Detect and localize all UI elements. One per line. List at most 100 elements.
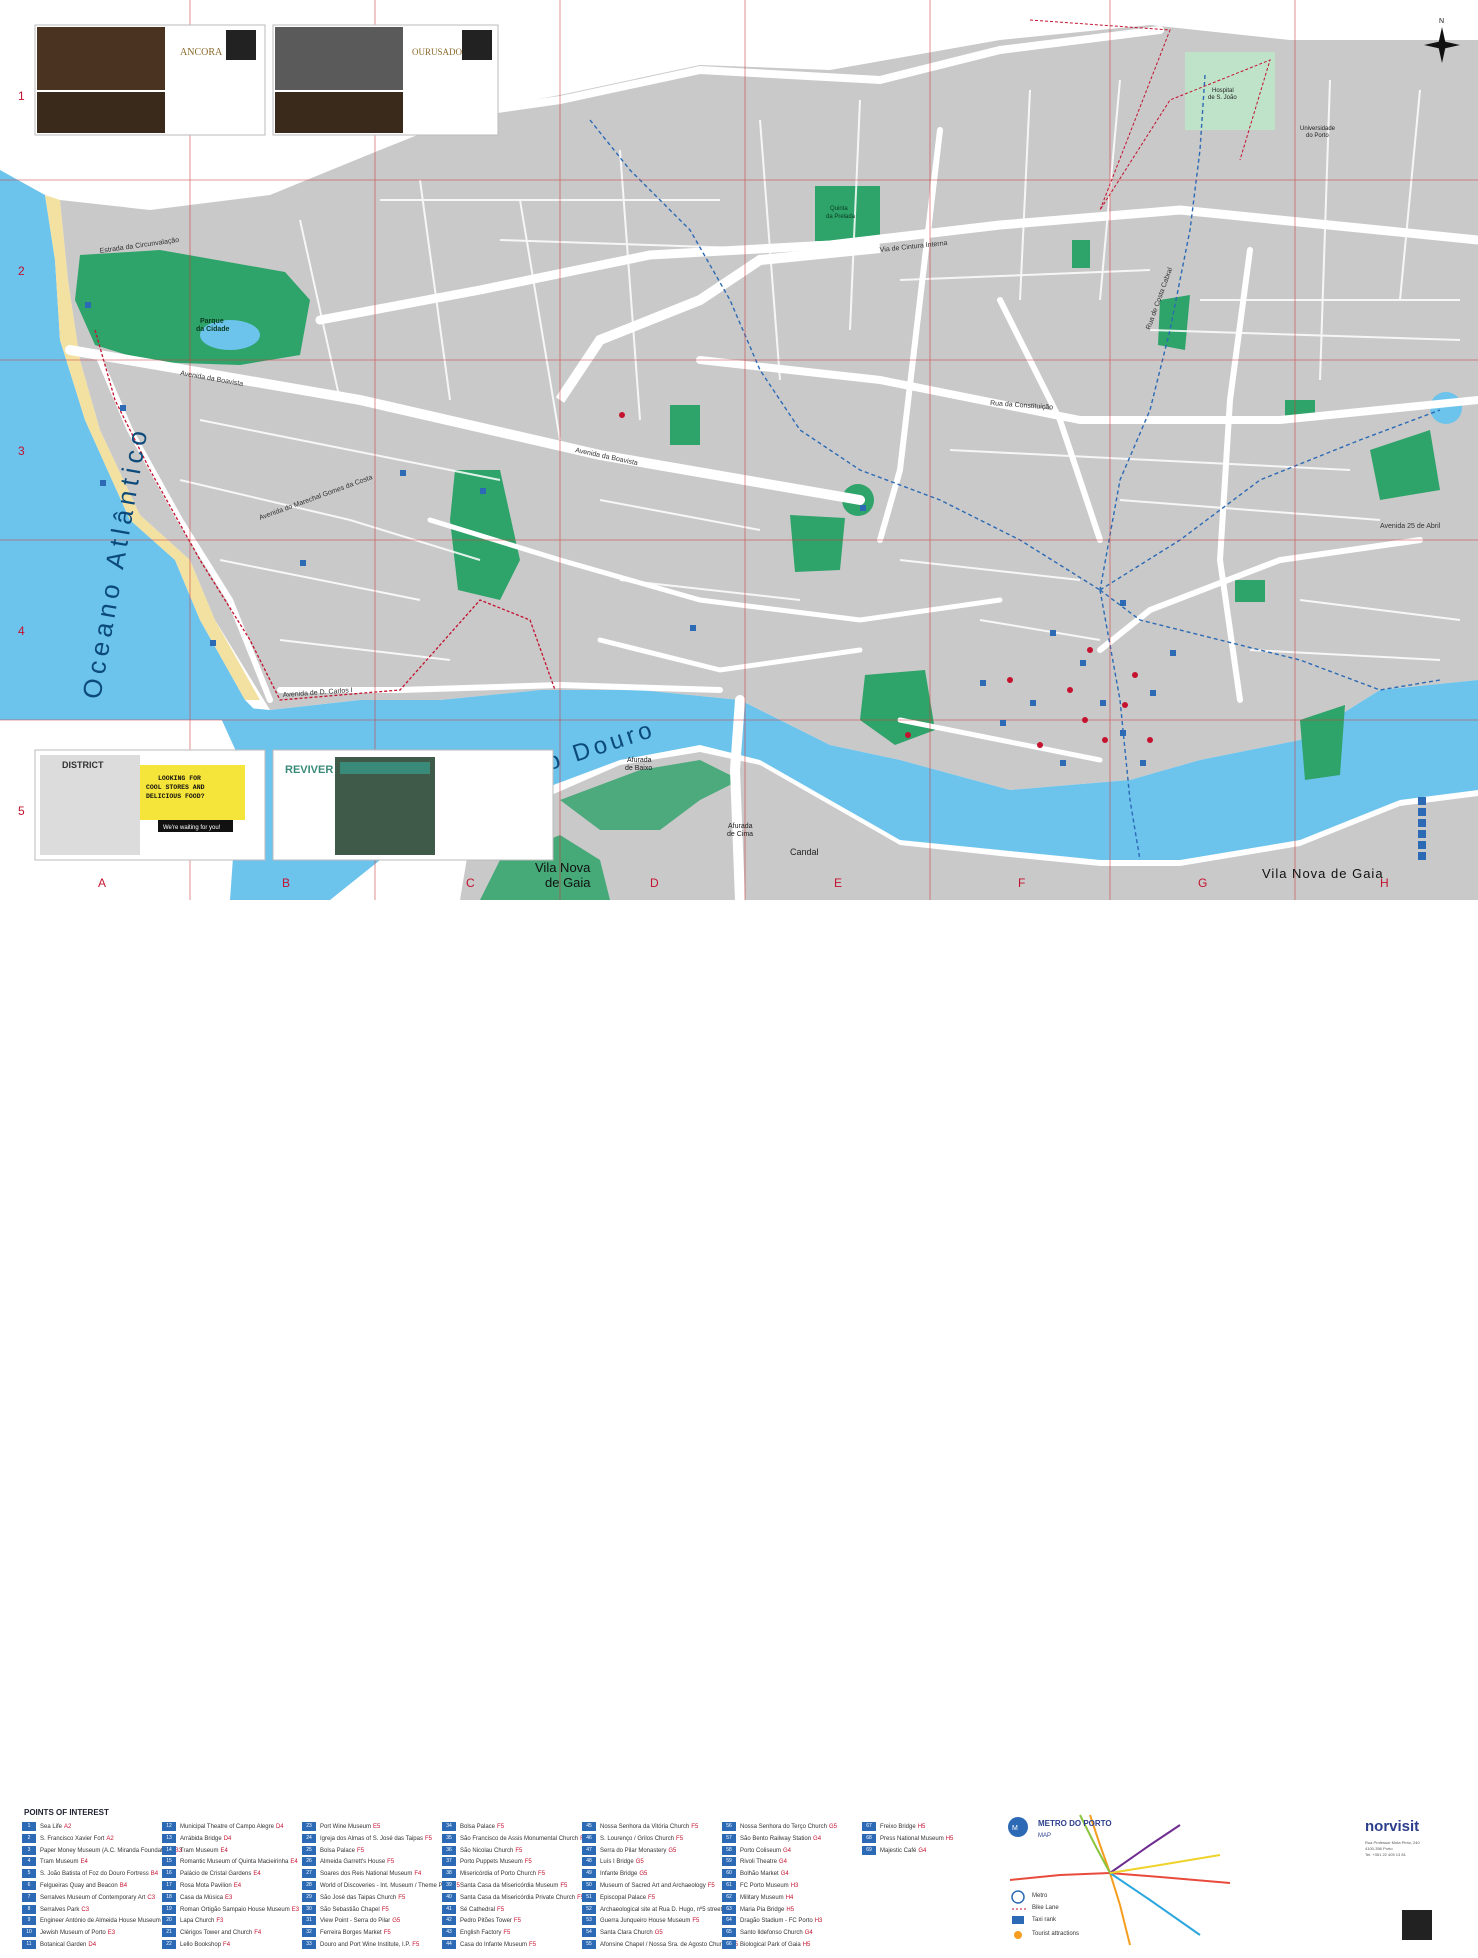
poi-legend-item[interactable]: 58 Porto Coliseum G4 <box>722 1845 862 1858</box>
city-map[interactable]: 1 2 3 4 5 A B C D E F G H Oceano Atlânti… <box>0 0 1478 900</box>
poi-legend-item[interactable]: 30 São Sebastião Chapel F5 <box>302 1904 442 1917</box>
poi-legend-item[interactable]: 62 Military Museum H4 <box>722 1892 862 1905</box>
poi-legend-item[interactable]: 65 Santo Ildefonso Church G4 <box>722 1928 862 1940</box>
poi-number-badge: 21 <box>162 1928 176 1938</box>
poi-legend-item[interactable]: 6 Felgueiras Quay and Beacon B4 <box>22 1880 162 1893</box>
poi-legend-column: 34 Bolsa Palace F5 35 São Francisco de Assis… <box>442 1822 587 1952</box>
poi-legend-item[interactable]: 7 Serralves Museum of Contemporary Art C3 <box>22 1892 162 1905</box>
poi-legend-item[interactable]: 49 Infante Bridge G5 <box>582 1869 722 1881</box>
poi-name: Freixo Bridge <box>880 1824 916 1831</box>
poi-legend-item[interactable]: 15 Romantic Museum of Quinta Macieirinha E… <box>162 1857 302 1869</box>
poi-legend-item[interactable]: 35 São Francisco de Assis Monumental Chur… <box>442 1833 587 1846</box>
poi-legend-item[interactable]: 14 Tram Museum E4 <box>162 1845 302 1858</box>
grid-col-e: E <box>834 876 842 890</box>
poi-legend-item[interactable]: 66 Biological Park of Gaia H5 <box>722 1939 862 1952</box>
poi-legend-item[interactable]: 33 Douro and Port Wine Institute, I.P. F5 <box>302 1939 442 1952</box>
poi-legend-item[interactable]: 32 Ferreira Borges Market F5 <box>302 1928 442 1940</box>
poi-legend-item[interactable]: 57 São Bento Railway Station G4 <box>722 1833 862 1846</box>
poi-grid-ref: B4 <box>150 1871 159 1878</box>
poi-number-badge: 13 <box>162 1833 176 1843</box>
botanical-garden[interactable] <box>790 515 845 572</box>
ad-reviver[interactable]: REVIVER <box>272 749 554 861</box>
poi-legend-item[interactable]: 44 Casa do Infante Museum F5 <box>442 1939 582 1952</box>
poi-name: Nossa Senhora da Vitória Church <box>600 1824 690 1831</box>
poi-legend-item[interactable]: 43 English Factory F5 <box>442 1928 582 1940</box>
poi-grid-ref: E4 <box>233 1883 242 1890</box>
poi-legend-item[interactable]: 40 Santa Casa da Misericórdia Private Chu… <box>442 1892 584 1905</box>
poi-legend-item[interactable]: 54 Santa Clara Church G5 <box>582 1928 722 1940</box>
poi-legend-item[interactable]: 24 Igreja dos Almas of S. José das Taipas… <box>302 1833 442 1846</box>
poi-legend-item[interactable]: 22 Lello Bookshop F4 <box>162 1939 302 1952</box>
poi-legend-item[interactable]: 28 World of Discoveries - Int. Museum / T… <box>302 1880 460 1893</box>
poi-grid-ref: F5 <box>707 1883 715 1890</box>
poi-grid-ref: H5 <box>945 1835 954 1842</box>
poi-legend-item[interactable]: 64 Dragão Stadium - FC Porto H3 <box>722 1916 862 1928</box>
poi-legend-item[interactable]: 9 Engineer António de Almeida House Museu… <box>22 1916 170 1928</box>
poi-legend-item[interactable]: 19 Roman Ortigão Sampaio House Museum E3 <box>162 1904 302 1917</box>
poi-grid-ref: F5 <box>676 1835 684 1842</box>
poi-name: FC Porto Museum <box>740 1883 789 1890</box>
poi-legend-item[interactable]: 12 Municipal Theatre of Campo Alegre D4 <box>162 1822 302 1834</box>
poi-number-badge: 40 <box>442 1892 456 1902</box>
poi-legend-item[interactable]: 34 Bolsa Palace F5 <box>442 1822 582 1834</box>
poi-legend-item[interactable]: 3 Paper Money Museum (A.C. Miranda Founda… <box>22 1845 182 1858</box>
poi-number-badge: 65 <box>722 1928 736 1938</box>
metro-subtitle: MAP <box>1038 1833 1052 1839</box>
poi-legend-item[interactable]: 67 Freixo Bridge H5 <box>862 1822 1002 1834</box>
poi-legend-item[interactable]: 8 Serralves Park C3 <box>22 1904 162 1917</box>
poi-legend-item[interactable]: 29 São José das Taipas Church F5 <box>302 1892 442 1905</box>
poi-legend-item[interactable]: 39 Santa Casa da Misericórdia Museum F5 <box>442 1880 582 1893</box>
poi-legend-item[interactable]: 11 Botanical Garden D4 <box>22 1939 162 1952</box>
poi-legend-item[interactable]: 18 Casa da Música E3 <box>162 1892 302 1905</box>
poi-legend-item[interactable]: 51 Episcopal Palace F5 <box>582 1892 722 1905</box>
grid-row-2: 2 <box>18 264 25 278</box>
poi-legend-item[interactable]: 59 Rivoli Theatre G4 <box>722 1857 862 1869</box>
poi-legend-item[interactable]: 48 Luís I Bridge G5 <box>582 1857 722 1869</box>
poi-legend-item[interactable]: 55 Afonsine Chapel / Nossa Sra. de Agosto… <box>582 1939 738 1952</box>
poi-legend-item[interactable]: 26 Almeida Garrett's House F5 <box>302 1857 442 1869</box>
poi-legend-item[interactable]: 20 Lapa Church F3 <box>162 1916 302 1928</box>
poi-legend-item[interactable]: 36 São Nicolau Church F5 <box>442 1845 582 1858</box>
poi-legend-item[interactable]: 25 Bolsa Palace F5 <box>302 1845 442 1858</box>
poi-legend-item[interactable]: 37 Porto Puppets Museum F5 <box>442 1857 582 1869</box>
poi-grid-ref: E4 <box>290 1859 298 1866</box>
poi-legend-item[interactable]: 1 Sea Life A2 <box>22 1822 162 1834</box>
ad-ourusado[interactable]: OURUSADO <box>272 24 499 136</box>
poi-name: English Factory <box>460 1930 502 1937</box>
poi-legend-item[interactable]: 10 Jewish Museum of Porto E3 <box>22 1928 162 1940</box>
poi-legend-item[interactable]: 47 Serra do Pilar Monastery G5 <box>582 1845 722 1858</box>
poi-legend-item[interactable]: 68 Press National Museum H5 <box>862 1833 1002 1846</box>
poi-number-badge: 36 <box>442 1845 456 1855</box>
poi-legend-item[interactable]: 56 Nossa Senhora do Terço Church G5 <box>722 1822 862 1834</box>
poi-legend-item[interactable]: 60 Bolhão Market G4 <box>722 1869 862 1881</box>
poi-legend-item[interactable]: 5 S. João Batista of Foz do Douro Fortres… <box>22 1869 162 1881</box>
grid-col-a: A <box>98 876 106 890</box>
poi-name: Santa Casa da Misericórdia Museum <box>460 1883 559 1890</box>
poi-legend-item[interactable]: 52 Archaeological site at Rua D. Hugo, nº… <box>582 1904 731 1917</box>
poi-legend-item[interactable]: 61 FC Porto Museum H3 <box>722 1880 862 1893</box>
ad-ancora[interactable]: ANCORA <box>34 24 266 136</box>
poi-legend-item[interactable]: 41 Sé Cathedral F5 <box>442 1904 582 1917</box>
poi-legend-item[interactable]: 63 Maria Pia Bridge H5 <box>722 1904 862 1917</box>
poi-legend-item[interactable]: 27 Soares dos Reis National Museum F4 <box>302 1869 442 1881</box>
poi-legend-item[interactable]: 50 Museum of Sacred Art and Archaeology F5 <box>582 1880 722 1893</box>
poi-legend-item[interactable]: 69 Majestic Café G4 <box>862 1845 1002 1858</box>
poi-grid-ref: C3 <box>147 1894 156 1901</box>
poi-legend-item[interactable]: 23 Port Wine Museum E5 <box>302 1822 442 1834</box>
poi-legend-item[interactable]: 21 Clérigos Tower and Church F4 <box>162 1928 302 1940</box>
poi-legend-item[interactable]: 31 View Point - Serra do Pilar G5 <box>302 1916 442 1928</box>
poi-legend-item[interactable]: 16 Palácio de Cristal Gardens E4 <box>162 1869 302 1881</box>
poi-legend-item[interactable]: 13 Arrábida Bridge D4 <box>162 1833 302 1846</box>
poi-grid-ref: E4 <box>253 1871 261 1878</box>
arca-d-agua[interactable] <box>1158 295 1190 350</box>
poi-legend-item[interactable]: 46 S. Lourenço / Grilos Church F5 <box>582 1833 722 1846</box>
poi-legend-item[interactable]: 17 Rosa Mota Pavilion E4 <box>162 1880 302 1893</box>
poi-legend-item[interactable]: 4 Tram Museum E4 <box>22 1857 162 1869</box>
ad-district[interactable]: DISTRICT LOOKING FOR COOL STORES AND DELIC… <box>34 749 266 861</box>
poi-legend-item[interactable]: 45 Nossa Senhora da Vitória Church F5 <box>582 1822 722 1834</box>
poi-legend-item[interactable]: 42 Pedro Pitões Tower F5 <box>442 1916 582 1928</box>
poi-legend-item[interactable]: 53 Guerra Junqueiro House Museum F5 <box>582 1916 722 1928</box>
norvisit-logo[interactable]: norvisit <box>1365 1818 1419 1835</box>
poi-legend-item[interactable]: 38 Misericórdia of Porto Church F5 <box>442 1869 582 1881</box>
poi-legend-item[interactable]: 2 S. Francisco Xavier Fort A2 <box>22 1833 162 1846</box>
